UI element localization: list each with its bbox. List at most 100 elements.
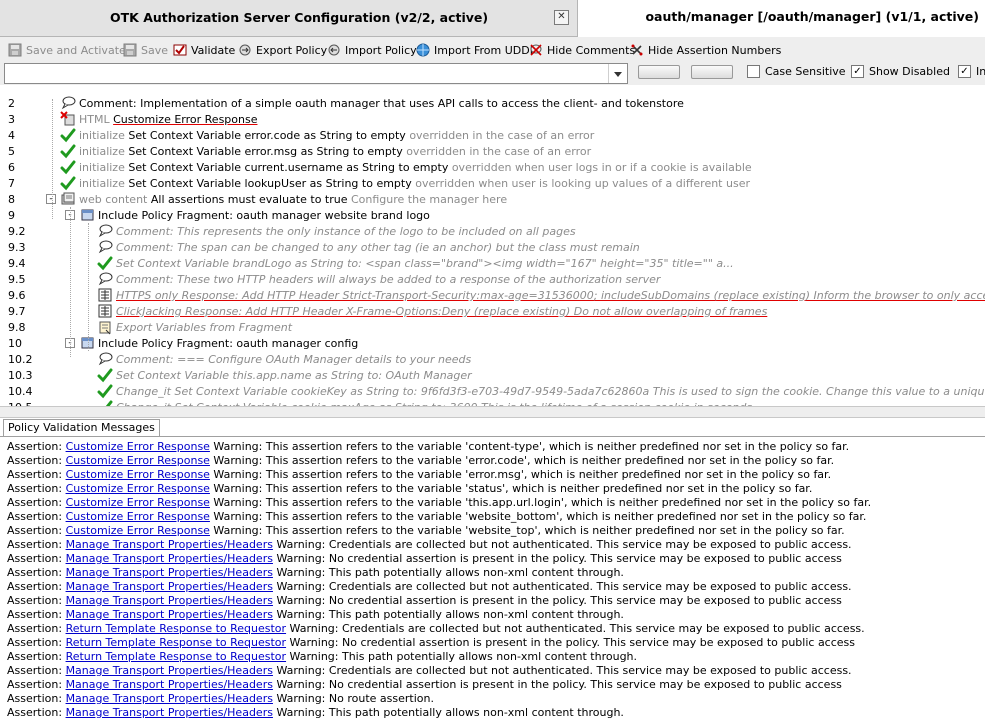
save-and-activate-button[interactable]: Save and Activate — [8, 42, 126, 58]
assertion-number: 4 — [8, 129, 15, 142]
tree-row[interactable]: 2 Comment: Implementation of a simple oau… — [0, 95, 985, 111]
message-text: Warning: Credentials are collected but n… — [272, 664, 852, 677]
assertion-number: 9.3 — [8, 241, 26, 254]
assertion-text-segment: Set Context Variable error.code as Strin… — [128, 129, 410, 142]
tree-row[interactable]: 10.4 Change_it Set Context Variable cooki… — [0, 383, 985, 399]
message-text: Warning: Credentials are collected but n… — [272, 538, 852, 551]
assertion-text: Comment: === Configure OAuth Manager det… — [116, 353, 471, 366]
validation-message: Assertion: Manage Transport Properties/H… — [7, 608, 624, 622]
tree-row[interactable]: 9.7 ClickJacking Response: Add HTTP Heade… — [0, 303, 985, 319]
show-disabled-checkbox[interactable]: ✓ Show Disabled — [851, 65, 950, 78]
tree-row[interactable]: 10.2 Comment: === Configure OAuth Manager… — [0, 351, 985, 367]
assertion-link[interactable]: Customize Error Response — [66, 524, 210, 537]
assertion-link[interactable]: Manage Transport Properties/Headers — [66, 594, 273, 607]
validation-message: Assertion: Customize Error Response Warn… — [7, 524, 845, 538]
tree-row[interactable]: 8 - web content All assertions must evalua… — [0, 191, 985, 207]
case-sensitive-checkbox[interactable]: Case Sensitive — [747, 65, 846, 78]
tree-row[interactable]: 9.5 Comment: These two HTTP headers will … — [0, 271, 985, 287]
tree-row[interactable]: 9.6 HTTPS only Response: Add HTTP Header … — [0, 287, 985, 303]
tree-row[interactable]: 10.3 Set Context Variable this.app.name a… — [0, 367, 985, 383]
editor-tab-bar: OTK Authorization Server Configuration (… — [0, 0, 985, 37]
split-pane-divider[interactable] — [0, 406, 985, 418]
assertion-text: initialize Set Context Variable lookupUs… — [79, 177, 750, 190]
collapse-toggle-icon[interactable]: - — [46, 194, 56, 204]
assertion-link[interactable]: Customize Error Response — [66, 468, 210, 481]
tree-row[interactable]: 9.8 Export Variables from Fragment — [0, 319, 985, 335]
tree-row[interactable]: 9- Include Policy Fragment: oauth manager… — [0, 207, 985, 223]
message-prefix: Assertion: — [7, 594, 66, 607]
assertion-text-segment: overridden when user logs in or if a coo… — [451, 161, 752, 174]
assertion-link[interactable]: Manage Transport Properties/Headers — [66, 566, 273, 579]
tab-title: oauth/manager [/oauth/manager] (v1/1, ac… — [645, 9, 979, 24]
message-text: Warning: No credential assertion is pres… — [272, 552, 842, 565]
message-prefix: Assertion: — [7, 706, 66, 719]
validation-messages-panel: Assertion: Customize Error Response Warn… — [0, 436, 985, 720]
checkbox-box — [747, 65, 760, 78]
assertion-text: Comment: This represents the only instan… — [116, 225, 576, 238]
assertion-text: Set Context Variable brandLogo as String… — [116, 257, 734, 270]
assertion-link[interactable]: Manage Transport Properties/Headers — [66, 580, 273, 593]
uddi-globe-icon — [416, 43, 430, 57]
assertion-link[interactable]: Customize Error Response — [66, 454, 210, 467]
close-icon[interactable]: ✕ — [554, 10, 569, 25]
chevron-down-icon[interactable] — [608, 64, 627, 83]
assertion-link[interactable]: Return Template Response to Requestor — [66, 650, 287, 663]
assertion-link[interactable]: Manage Transport Properties/Headers — [66, 664, 273, 677]
assertion-text-segment: Comment: This represents the only instan… — [116, 225, 576, 238]
tab-authorization-server-config[interactable]: OTK Authorization Server Configuration (… — [0, 0, 578, 37]
assertion-link[interactable]: Manage Transport Properties/Headers — [66, 678, 273, 691]
floppy-icon — [123, 43, 137, 57]
assertion-link[interactable]: Customize Error Response — [66, 482, 210, 495]
tab-policy-validation-messages[interactable]: Policy Validation Messages — [3, 419, 160, 436]
tree-row[interactable]: 3 HTML Customize Error Response — [0, 111, 985, 127]
assertion-link[interactable]: Manage Transport Properties/Headers — [66, 538, 273, 551]
comment-icon — [97, 223, 113, 239]
assertion-text-segment: HTTPS only Response: Add HTTP Header Str… — [116, 289, 985, 302]
hide-assertion-numbers-button[interactable]: Hide Assertion Numbers — [630, 42, 781, 58]
hide-comments-button[interactable]: Hide Comments — [529, 42, 635, 58]
tree-row[interactable]: 9.4 Set Context Variable brandLogo as Str… — [0, 255, 985, 271]
assertion-link[interactable]: Customize Error Response — [66, 440, 210, 453]
message-prefix: Assertion: — [7, 524, 66, 537]
tree-row[interactable]: 4 initialize Set Context Variable error.c… — [0, 127, 985, 143]
assertion-link[interactable]: Manage Transport Properties/Headers — [66, 608, 273, 621]
assertion-text: Include Policy Fragment: oauth manager w… — [98, 209, 430, 222]
assertion-link[interactable]: Manage Transport Properties/Headers — [66, 692, 273, 705]
validation-message: Assertion: Customize Error Response Warn… — [7, 482, 812, 496]
search-combo[interactable] — [4, 63, 628, 84]
assertion-link[interactable]: Customize Error Response — [66, 510, 210, 523]
find-next-button[interactable] — [691, 65, 733, 79]
tree-row[interactable]: 9.3 Comment: The span can be changed to a… — [0, 239, 985, 255]
tab-oauth-manager[interactable]: oauth/manager [/oauth/manager] (v1/1, ac… — [578, 0, 985, 37]
save-button[interactable]: Save — [123, 42, 168, 58]
assertion-text-segment: web content — [79, 193, 151, 206]
message-prefix: Assertion: — [7, 482, 66, 495]
assertion-link[interactable]: Manage Transport Properties/Headers — [66, 552, 273, 565]
assertion-link[interactable]: Manage Transport Properties/Headers — [66, 706, 273, 719]
assertion-number: 9.8 — [8, 321, 26, 334]
assertion-number: 6 — [8, 161, 15, 174]
assertion-link[interactable]: Return Template Response to Requestor — [66, 636, 287, 649]
assertion-text: initialize Set Context Variable error.ms… — [79, 145, 591, 158]
tree-row[interactable]: 10- Include Policy Fragment: oauth manage… — [0, 335, 985, 351]
tree-row[interactable]: 10.5Change_it Set Context Variable cooki… — [0, 399, 985, 406]
validation-message: Assertion: Customize Error Response Warn… — [7, 496, 871, 510]
tree-row[interactable]: 9.2 Comment: This represents the only ins… — [0, 223, 985, 239]
assertion-link[interactable]: Customize Error Response — [66, 496, 210, 509]
validation-message: Assertion: Manage Transport Properties/H… — [7, 664, 852, 678]
tree-row[interactable]: 7 initialize Set Context Variable lookupU… — [0, 175, 985, 191]
find-previous-button[interactable] — [638, 65, 680, 79]
tree-row[interactable]: 5 initialize Set Context Variable error.m… — [0, 143, 985, 159]
tree-row[interactable]: 6 initialize Set Context Variable current… — [0, 159, 985, 175]
validate-icon — [173, 43, 187, 57]
validate-button[interactable]: Validate — [173, 42, 235, 58]
message-prefix: Assertion: — [7, 468, 66, 481]
validation-message: Assertion: Customize Error Response Warn… — [7, 454, 834, 468]
include-checkbox[interactable]: ✓ In — [958, 65, 985, 78]
import-from-uddi-button[interactable]: Import From UDDI — [416, 42, 533, 58]
import-policy-button[interactable]: Import Policy — [327, 42, 417, 58]
assertion-link[interactable]: Return Template Response to Requestor — [66, 622, 287, 635]
assertion-text: HTML Customize Error Response — [79, 113, 257, 126]
check-icon — [97, 255, 113, 271]
export-policy-button[interactable]: Export Policy — [238, 42, 327, 58]
